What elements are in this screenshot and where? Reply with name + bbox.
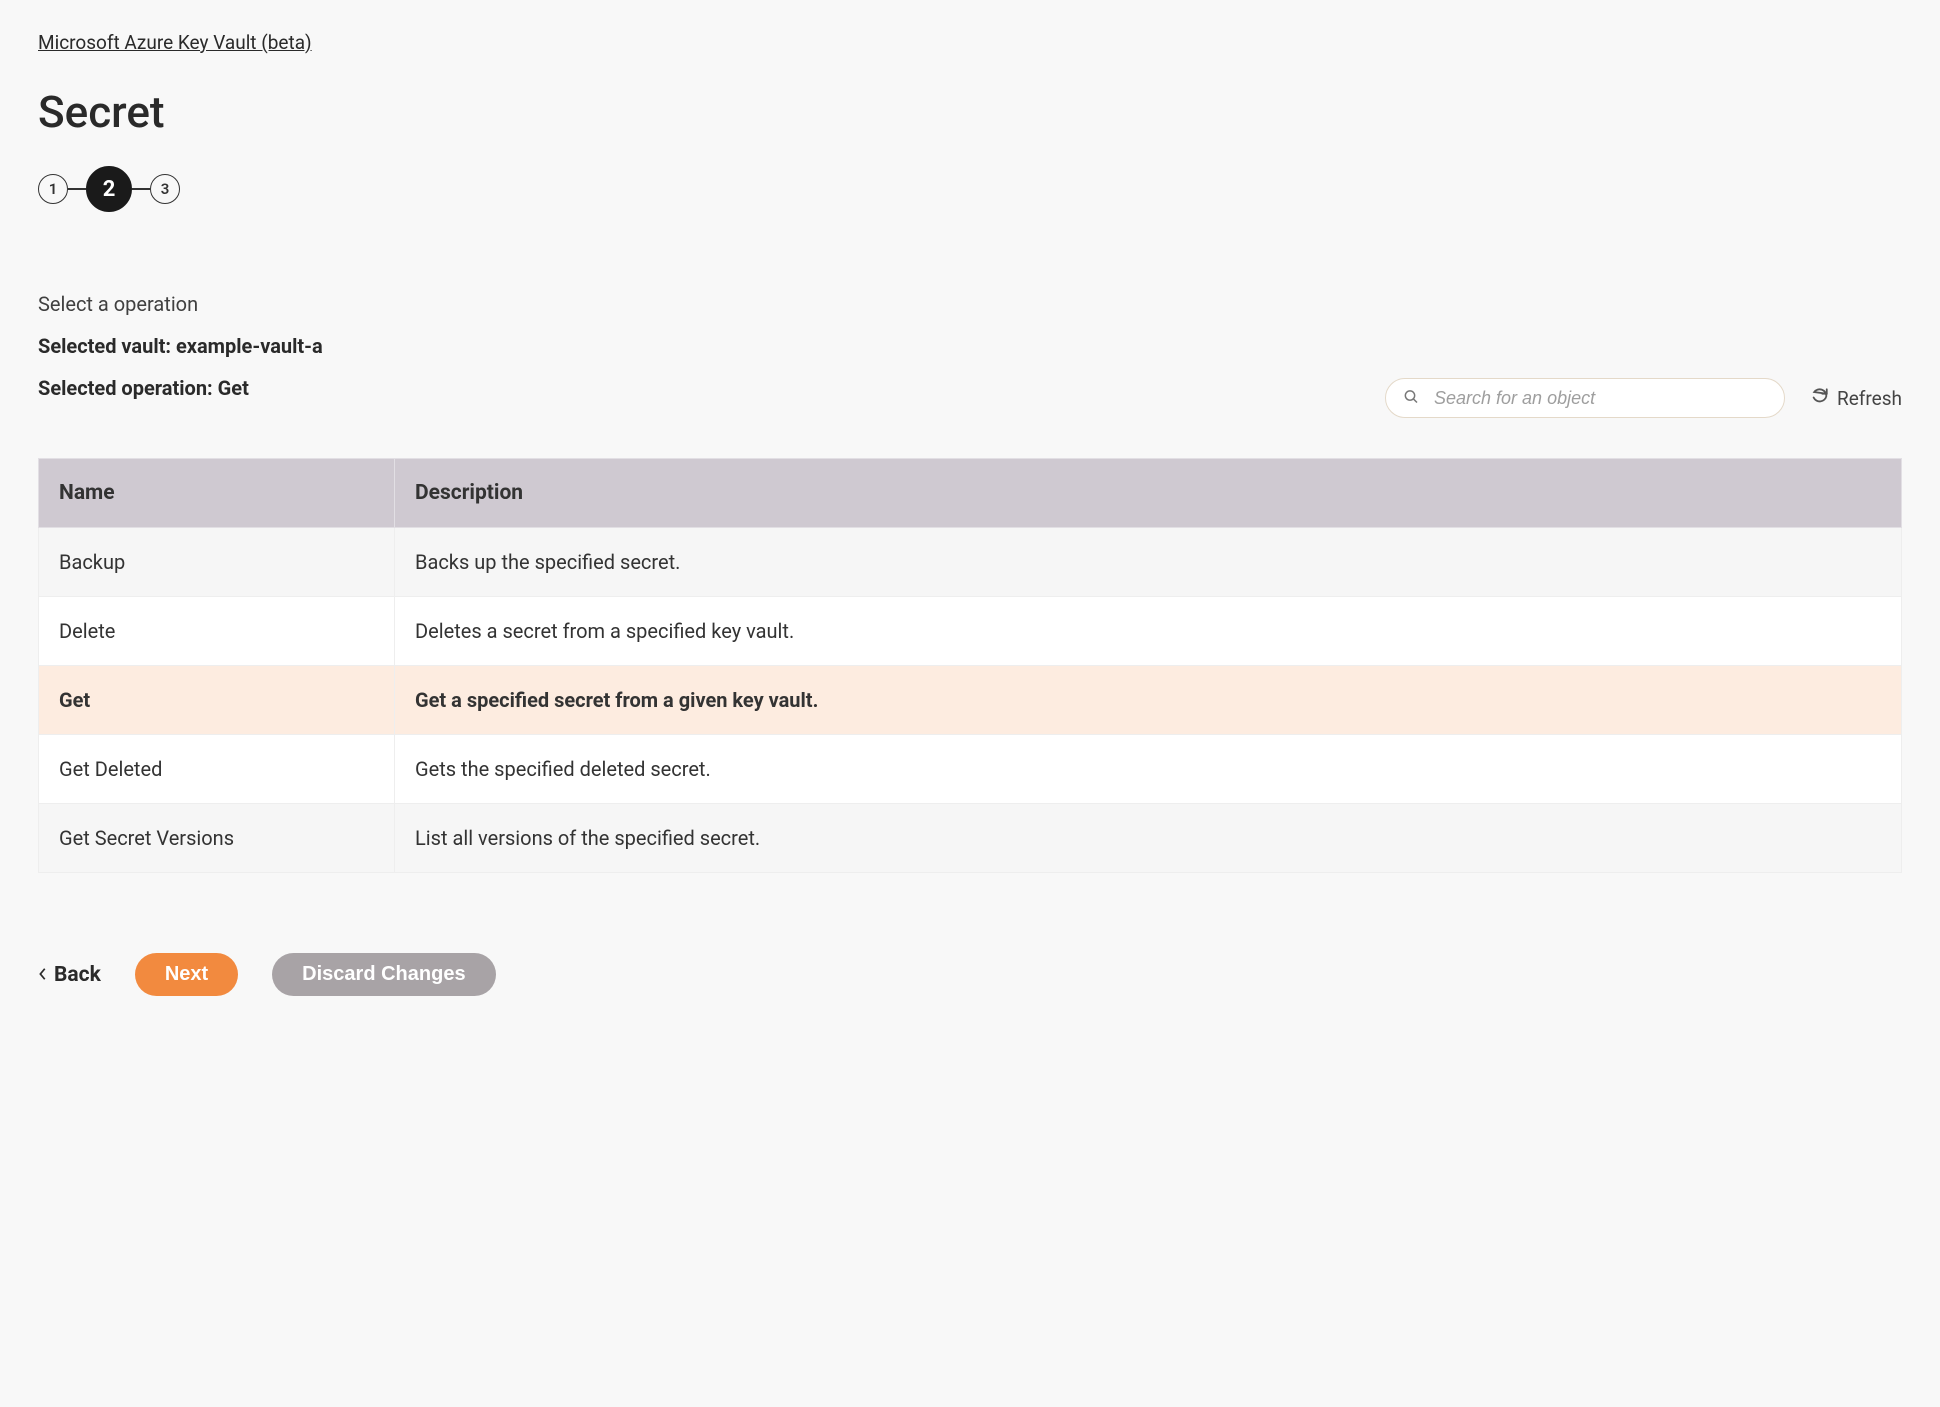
operation-name: Delete: [39, 597, 395, 666]
operation-description: List all versions of the specified secre…: [395, 804, 1902, 873]
step-2[interactable]: 2: [86, 166, 132, 212]
search-icon: [1403, 386, 1419, 410]
step-1[interactable]: 1: [38, 174, 68, 204]
operation-name: Backup: [39, 528, 395, 597]
selected-vault: Selected vault: example-vault-a: [38, 334, 323, 358]
stepper: 1 2 3: [38, 166, 1902, 212]
operation-description: Backs up the specified secret.: [395, 528, 1902, 597]
back-label: Back: [54, 963, 101, 987]
selected-operation: Selected operation: Get: [38, 376, 323, 400]
table-row[interactable]: GetGet a specified secret from a given k…: [39, 666, 1902, 735]
search-input[interactable]: [1385, 378, 1785, 418]
next-button[interactable]: Next: [135, 953, 238, 996]
chevron-left-icon: [38, 963, 48, 987]
refresh-label: Refresh: [1837, 387, 1902, 410]
operation-name: Get: [39, 666, 395, 735]
search-bar: [1385, 378, 1785, 418]
table-row[interactable]: BackupBacks up the specified secret.: [39, 528, 1902, 597]
operation-name: Get Secret Versions: [39, 804, 395, 873]
step-connector: [132, 188, 150, 190]
back-button[interactable]: Back: [38, 963, 101, 987]
table-row[interactable]: DeleteDeletes a secret from a specified …: [39, 597, 1902, 666]
table-row[interactable]: Get Secret VersionsList all versions of …: [39, 804, 1902, 873]
step-connector: [68, 188, 86, 190]
page-title: Secret: [38, 86, 1902, 138]
step-3[interactable]: 3: [150, 174, 180, 204]
breadcrumb-link[interactable]: Microsoft Azure Key Vault (beta): [38, 31, 312, 54]
operations-table: Name Description BackupBacks up the spec…: [38, 458, 1902, 873]
operation-description: Get a specified secret from a given key …: [395, 666, 1902, 735]
discard-button[interactable]: Discard Changes: [272, 953, 495, 996]
refresh-button[interactable]: Refresh: [1811, 387, 1902, 410]
operation-description: Gets the specified deleted secret.: [395, 735, 1902, 804]
column-header-name: Name: [39, 459, 395, 528]
column-header-description: Description: [395, 459, 1902, 528]
operation-name: Get Deleted: [39, 735, 395, 804]
table-row[interactable]: Get DeletedGets the specified deleted se…: [39, 735, 1902, 804]
select-operation-label: Select a operation: [38, 292, 323, 316]
operation-description: Deletes a secret from a specified key va…: [395, 597, 1902, 666]
refresh-icon: [1811, 387, 1829, 410]
